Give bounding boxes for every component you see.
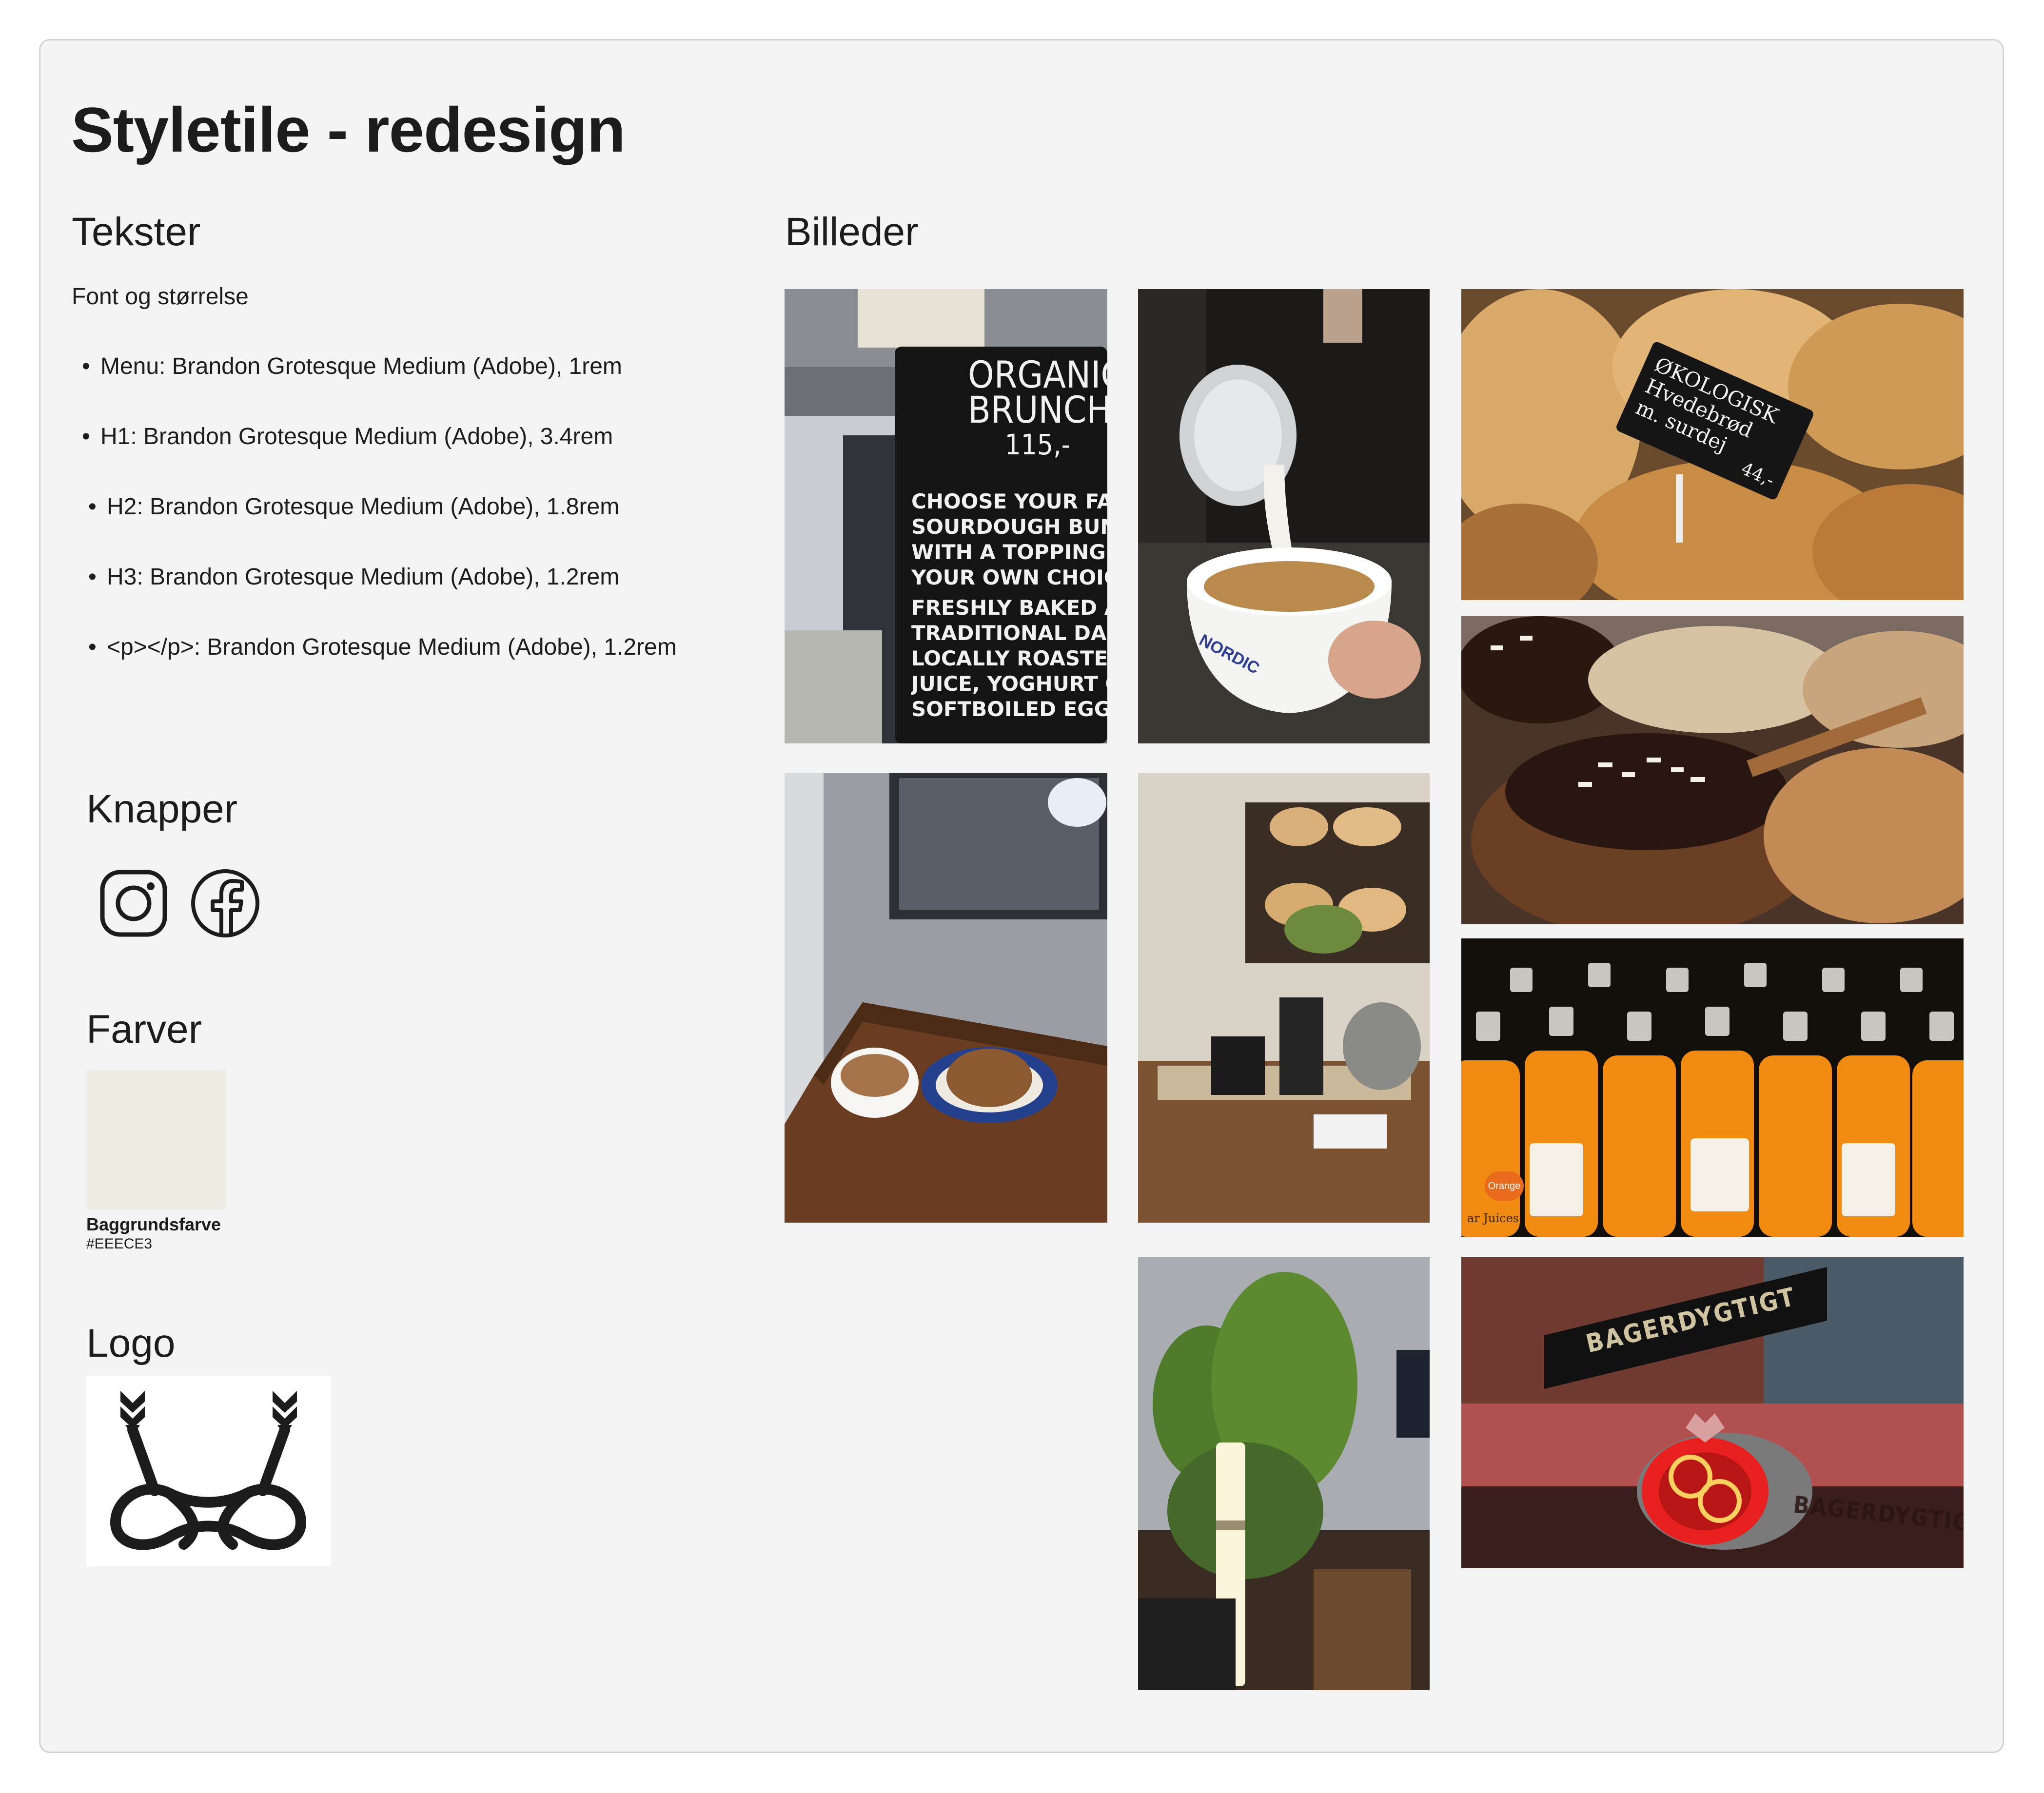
texts-subheading: Font og størrelse — [72, 284, 249, 310]
chalkboard-line: CHOOSE YOUR FAVO — [911, 489, 1107, 513]
juice-bottles-photo: Orange ar Juices — [1461, 938, 1964, 1237]
arrows-knot-logo — [86, 1376, 331, 1566]
color-swatch-hex: #EEECE3 — [86, 1236, 153, 1252]
facebook-icon[interactable] — [189, 867, 261, 939]
juice-label: Orange — [1485, 1171, 1524, 1201]
color-swatch-label: Baggrundsfarve — [86, 1214, 221, 1234]
texts-heading: Tekster — [72, 210, 201, 254]
chalkboard-line: FRESHLY BAKED AN — [911, 596, 1107, 620]
bread-photo: ØKOLOGISK Hvedebrød m. surdej 44,- — [1461, 289, 1964, 600]
milk-pour-photo: NORDIC — [1138, 289, 1430, 743]
font-list-item: H2: Brandon Grotesque Medium (Adobe), 1.… — [88, 495, 619, 519]
pastry-shelf-photo — [1138, 773, 1430, 1223]
logo-heading: Logo — [86, 1321, 176, 1365]
page-title: Styletile - redesign — [71, 94, 626, 165]
chalkboard-line: LOCALLY ROASTED COFFE — [911, 646, 1107, 670]
styletile-card: Styletile - redesign Tekster Font og stø… — [39, 39, 2004, 1753]
colors-heading: Farver — [86, 1007, 202, 1052]
buttons-heading: Knapper — [86, 787, 238, 831]
juice-side-text: ar Juices — [1467, 1211, 1519, 1225]
color-swatch-background — [86, 1070, 226, 1209]
images-heading: Billeder — [785, 210, 919, 254]
lounge-photo — [1138, 1257, 1430, 1690]
font-list-item: <p></p>: Brandon Grotesque Medium (Adobe… — [88, 636, 677, 660]
font-list-item: Menu: Brandon Grotesque Medium (Adobe), … — [82, 355, 622, 379]
chalkboard-line: JUICE, YOGHURT OR — [911, 672, 1107, 696]
chalkboard-line: WITH A TOPPING O — [911, 540, 1107, 564]
chocolate-bun-photo — [1461, 616, 1964, 924]
chalkboard-title-2: BRUNCH — [968, 388, 1107, 432]
font-list-item: H1: Brandon Grotesque Medium (Adobe), 3.… — [82, 425, 613, 449]
chalkboard-title: ORGANIC — [968, 353, 1107, 396]
coffee-table-photo — [785, 773, 1107, 1223]
shop-sign-photo: BAGERDYGTIGT BAGERDYGTIGT — [1461, 1257, 1964, 1568]
chalkboard-line: SOFTBOILED EGG — [911, 697, 1107, 721]
instagram-icon[interactable] — [98, 867, 170, 939]
chalkboard-line: TRADITIONAL DANIS — [911, 621, 1107, 645]
chalkboard-line: YOUR OWN CHOICE — [911, 565, 1107, 589]
font-list-item: H3: Brandon Grotesque Medium (Adobe), 1.… — [88, 565, 619, 589]
chalkboard-price: 115,- — [1004, 428, 1071, 462]
chalkboard-line: SOURDOUGH BUN — [911, 515, 1107, 539]
chalkboard-photo: ORGANIC BRUNCH 115,- CHOOSE YOUR FAVO SO… — [785, 289, 1107, 743]
